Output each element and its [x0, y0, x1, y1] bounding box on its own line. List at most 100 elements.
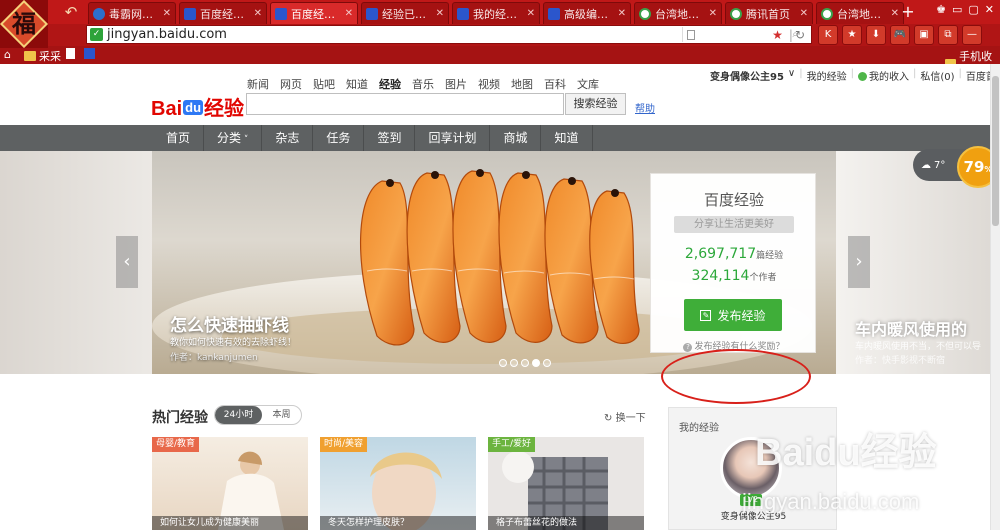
username-link[interactable]: 变身偶像公主95 [710, 68, 784, 83]
address-search-box[interactable]: ⌕ [682, 27, 798, 42]
tv-icon[interactable]: ▣ [914, 25, 934, 45]
category-link[interactable]: 地图 [511, 76, 533, 92]
close-tab-icon[interactable]: ✕ [254, 8, 262, 19]
secure-check-icon: ✓ [90, 28, 103, 41]
category-link[interactable]: 视频 [478, 76, 500, 92]
search-experience-button[interactable]: 搜索经验 [565, 93, 626, 115]
prev-slide-arrow[interactable]: ‹ [116, 236, 138, 288]
refresh-link[interactable]: ↻ 换一下 [604, 409, 646, 424]
paw-icon [366, 7, 378, 20]
folder-icon [24, 51, 36, 61]
hot-item-card[interactable]: 手工/爱好 格子布蕾丝花的做法 [488, 437, 644, 530]
search-input[interactable] [246, 93, 564, 115]
gamepad-icon[interactable]: 🎮 [890, 25, 910, 45]
slide-title[interactable]: 怎么快速抽虾线 [170, 311, 289, 336]
category-tag: 手工/爱好 [488, 437, 536, 452]
category-link[interactable]: 文库 [577, 76, 599, 92]
messages-link[interactable]: 私信(0) [920, 68, 954, 83]
my-income-link[interactable]: 我的收入 [858, 68, 909, 83]
paw-icon [275, 7, 287, 20]
browser-tab[interactable]: 我的经验_...✕ [452, 2, 540, 24]
close-tab-icon[interactable]: ✕ [800, 8, 808, 19]
category-link[interactable]: 音乐 [412, 76, 434, 92]
star-toolbar-icon[interactable]: ★ [842, 25, 862, 45]
next-slide-arrow[interactable]: › [848, 236, 870, 288]
category-link[interactable]: 经验 [379, 76, 401, 92]
main-nav-item[interactable]: 任务 [313, 125, 365, 151]
scrollbar-thumb[interactable] [992, 76, 999, 226]
maximize-icon[interactable]: ▢ [968, 3, 978, 16]
hot-item-card[interactable]: 时尚/美容 冬天怎样护理皮肤？ [320, 437, 476, 530]
close-tab-icon[interactable]: ✕ [345, 8, 353, 19]
main-nav-item[interactable]: 杂志 [262, 125, 314, 151]
main-nav-item[interactable]: 分类 ˅ [204, 125, 263, 151]
slide-dot[interactable] [499, 359, 507, 367]
chrome-icon [730, 7, 742, 20]
bookmark-doc[interactable] [66, 48, 75, 59]
help-link[interactable]: 帮助 [635, 100, 655, 115]
bookmark-paw[interactable] [84, 48, 95, 59]
category-link[interactable]: 新闻 [247, 76, 269, 92]
main-nav-item[interactable]: 商城 [490, 125, 542, 151]
main-nav: 首页 分类 ˅ 杂志 任务 签到 回享计划 商城 知道 [0, 125, 990, 151]
close-tab-icon[interactable]: ✕ [436, 8, 444, 19]
new-tab-plus-icon[interactable]: + [900, 2, 916, 22]
menu-icon[interactable]: ♚ [936, 3, 946, 16]
browser-tab[interactable]: 毒霸网址... ✕ [88, 2, 176, 24]
browser-tab[interactable]: 百度经验... ✕ [270, 2, 358, 24]
slide-dot[interactable] [510, 359, 518, 367]
screenshot-icon[interactable]: ⧉ [938, 25, 958, 45]
download-icon[interactable]: ⬇ [866, 25, 886, 45]
experience-count: 2,697,717篇经验 [684, 246, 784, 262]
k-icon [93, 7, 105, 20]
question-icon: ? [683, 343, 693, 352]
main-nav-item[interactable]: 首页 [152, 125, 205, 151]
more-menu-icon[interactable]: — [962, 25, 982, 45]
home-icon[interactable]: ⌂ [4, 48, 11, 61]
bookmark-folder[interactable]: 采采 [24, 48, 61, 64]
browser-tab[interactable]: 百度经验... ✕ [179, 2, 267, 24]
browser-tab[interactable]: 经验已提... ✕ [361, 2, 449, 24]
browser-tab[interactable]: 高级编辑... ✕ [543, 2, 631, 24]
baidu-watermark: Baidu经验 [755, 432, 937, 474]
publish-experience-button[interactable]: ✎ 发布经验 [684, 299, 782, 331]
category-link[interactable]: 图片 [445, 76, 467, 92]
k-extension-icon[interactable]: K [818, 25, 838, 45]
my-experience-link[interactable]: 我的经验 [807, 68, 847, 83]
browser-tab[interactable]: 腾讯首页 ✕ [725, 2, 813, 24]
cloud-icon: ☁ [921, 159, 931, 171]
fu-logo[interactable]: 福 [0, 0, 48, 48]
slide-dot-active[interactable] [532, 359, 540, 367]
page-icon [66, 48, 75, 59]
toggle-week[interactable]: 本周 [262, 406, 301, 424]
close-tab-icon[interactable]: ✕ [709, 8, 717, 19]
back-arrow-icon[interactable]: ↶ [60, 3, 82, 21]
slide-description: 教你如何快速有效的去除虾线！ [170, 338, 297, 348]
slide-dot[interactable] [521, 359, 529, 367]
browser-tab[interactable]: 台湾地区... ✕ [816, 2, 904, 24]
page-scrollbar[interactable] [990, 64, 1000, 530]
category-link[interactable]: 知道 [346, 76, 368, 92]
address-url[interactable]: jingyan.baidu.com [107, 27, 772, 42]
main-nav-item[interactable]: 签到 [364, 125, 416, 151]
main-nav-item[interactable]: 知道 [541, 125, 593, 151]
close-tab-icon[interactable]: ✕ [618, 8, 626, 19]
close-tab-icon[interactable]: ✕ [163, 8, 171, 19]
baidu-jingyan-logo[interactable]: Bai du 经验 [151, 92, 244, 121]
close-tab-icon[interactable]: ✕ [891, 8, 899, 19]
category-link[interactable]: 网页 [280, 76, 302, 92]
coin-icon [858, 72, 867, 81]
category-link[interactable]: 百科 [544, 76, 566, 92]
hot-item-card[interactable]: 母婴/教育 如何让女儿成为健康美丽 [152, 437, 308, 530]
search-icon[interactable]: ⌕ [792, 29, 798, 40]
close-tab-icon[interactable]: ✕ [527, 8, 535, 19]
hot-section-title: 热门经验 [152, 410, 208, 426]
main-nav-item[interactable]: 回享计划 [415, 125, 491, 151]
category-link[interactable]: 贴吧 [313, 76, 335, 92]
minimize-icon[interactable]: ▭ [952, 3, 962, 16]
close-window-icon[interactable]: ✕ [985, 3, 994, 16]
browser-tab[interactable]: 台湾地区... ✕ [634, 2, 722, 24]
toggle-24h[interactable]: 24小时 [215, 406, 262, 424]
chevron-down-icon[interactable]: ∨ [788, 68, 795, 83]
slide-dot[interactable] [543, 359, 551, 367]
